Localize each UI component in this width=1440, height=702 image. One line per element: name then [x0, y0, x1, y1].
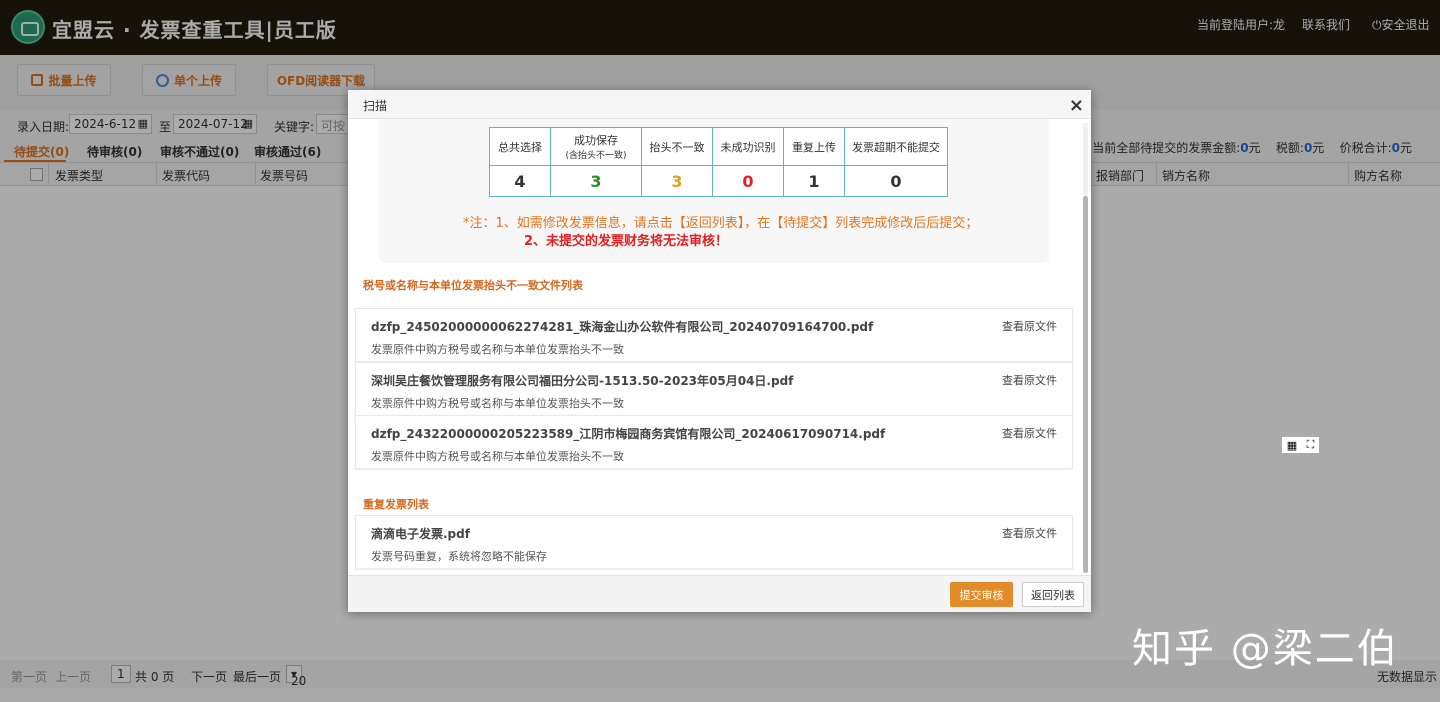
stat-total-selected: 4 [489, 165, 551, 197]
dialog-title: 扫描 [363, 99, 388, 113]
back-to-list-button[interactable]: 返回列表 [1022, 582, 1084, 607]
file-card: dzfp_24502000000062274281_珠海金山办公软件有限公司_2… [355, 308, 1073, 362]
file-description: 发票原件中购方税号或名称与本单位发票抬头不一致 [371, 343, 624, 356]
dialog-body: 总共选择 成功保存 (含抬头不一致) 抬头不一致 未成功识别 重复上传 发票超期不… [348, 119, 1091, 575]
note-line-1: *注：1、如需修改发票信息，请点击【返回列表】，在【待提交】列表完成修改后后提交… [463, 216, 979, 231]
grid-icon[interactable]: ▦ [1287, 439, 1297, 452]
view-original-link[interactable]: 查看原文件 [1002, 372, 1057, 388]
file-description: 发票原件中购方税号或名称与本单位发票抬头不一致 [371, 397, 624, 410]
stat-header-main: 成功保存 [574, 134, 618, 147]
stat-header: 总共选择 [489, 127, 551, 166]
note-line-2: 2、未提交的发票财务将无法审核！ [524, 234, 729, 249]
stat-header-sub: (含抬头不一致) [565, 151, 627, 161]
submit-review-button[interactable]: 提交审核 [950, 582, 1013, 607]
stat-header: 重复上传 [783, 127, 845, 166]
stat-saved: 3 [550, 165, 642, 197]
file-card: 滴滴电子发票.pdf 发票号码重复，系统将忽略不能保存 查看原文件 [355, 515, 1073, 569]
file-name: dzfp_24502000000062274281_珠海金山办公软件有限公司_2… [371, 320, 874, 334]
stat-header: 发票超期不能提交 [844, 127, 948, 166]
mismatch-section-title: 税号或名称与本单位发票抬头不一致文件列表 [363, 279, 583, 292]
floating-tools: ▦ ⛶ [1282, 437, 1319, 453]
view-original-link[interactable]: 查看原文件 [1002, 525, 1057, 541]
file-name: 深圳吴庄餐饮管理服务有限公司福田分公司-1513.50-2023年05月04日.… [371, 374, 794, 388]
stat-header: 抬头不一致 [641, 127, 713, 166]
stat-title-mismatch: 3 [641, 165, 713, 197]
stat-overdue: 0 [844, 165, 948, 197]
scan-result-panel: 总共选择 成功保存 (含抬头不一致) 抬头不一致 未成功识别 重复上传 发票超期不… [379, 119, 1049, 263]
stat-unrecognized: 0 [712, 165, 784, 197]
stat-header: 成功保存 (含抬头不一致) [550, 127, 642, 166]
dialog-header: 扫描 × [348, 90, 1091, 119]
file-description: 发票原件中购方税号或名称与本单位发票抬头不一致 [371, 450, 624, 463]
file-description: 发票号码重复，系统将忽略不能保存 [371, 550, 547, 563]
scan-stats-table: 总共选择 成功保存 (含抬头不一致) 抬头不一致 未成功识别 重复上传 发票超期不… [489, 127, 948, 197]
file-card: dzfp_24322000000205223589_江阴市梅园商务宾馆有限公司_… [355, 415, 1073, 469]
view-original-link[interactable]: 查看原文件 [1002, 318, 1057, 334]
duplicate-section-title: 重复发票列表 [363, 498, 429, 511]
watermark: 知乎 @梁二伯 [1132, 626, 1399, 672]
close-icon[interactable]: × [1069, 95, 1084, 116]
file-name: dzfp_24322000000205223589_江阴市梅园商务宾馆有限公司_… [371, 427, 886, 441]
dialog-footer: 提交审核 返回列表 [348, 575, 1091, 612]
scan-dialog: 扫描 × 总共选择 成功保存 (含抬头不一致) 抬头不一致 未成功识别 重复上传 … [348, 90, 1091, 612]
file-name: 滴滴电子发票.pdf [371, 527, 470, 541]
stat-header: 未成功识别 [712, 127, 784, 166]
view-original-link[interactable]: 查看原文件 [1002, 425, 1057, 441]
file-card: 深圳吴庄餐饮管理服务有限公司福田分公司-1513.50-2023年05月04日.… [355, 362, 1073, 416]
fullscreen-icon[interactable]: ⛶ [1307, 438, 1315, 452]
dialog-scrollbar-thumb[interactable] [1083, 196, 1088, 573]
stat-duplicate: 1 [783, 165, 845, 197]
